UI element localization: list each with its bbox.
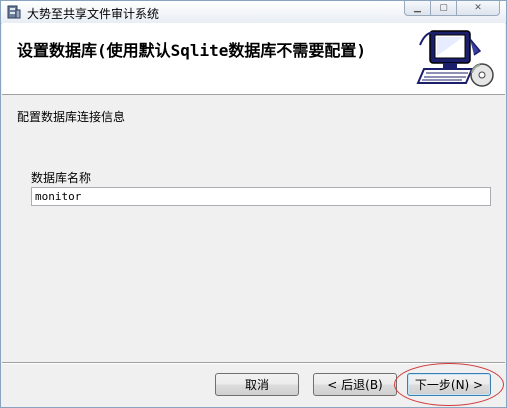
maximize-button[interactable]: ▢ <box>430 1 456 16</box>
db-name-input[interactable] <box>31 187 491 206</box>
title-bar[interactable]: 大势至共享文件审计系统 ▁ ▢ ✕ <box>1 1 506 24</box>
close-icon: ✕ <box>474 3 482 13</box>
cancel-button[interactable]: 取消 <box>215 373 299 396</box>
wizard-header: 设置数据库(使用默认Sqlite数据库不需要配置) <box>2 23 505 95</box>
minimize-icon: ▁ <box>414 3 421 13</box>
window-title: 大势至共享文件审计系统 <box>27 7 160 21</box>
computer-cd-icon <box>416 25 496 91</box>
app-icon <box>6 4 22 20</box>
setup-window: 大势至共享文件审计系统 ▁ ▢ ✕ 设置数据库(使用默认Sqlite数据库不需要… <box>0 0 507 408</box>
highlight-circle <box>394 363 504 406</box>
section-label: 配置数据库连接信息 <box>17 110 126 124</box>
back-button[interactable]: < 后退(B) <box>313 373 397 396</box>
page-title: 设置数据库(使用默认Sqlite数据库不需要配置) <box>17 41 367 60</box>
maximize-icon: ▢ <box>439 3 448 13</box>
db-name-label: 数据库名称 <box>31 171 92 185</box>
caption-buttons: ▁ ▢ ✕ <box>404 1 500 17</box>
close-button[interactable]: ✕ <box>456 1 500 16</box>
minimize-button[interactable]: ▁ <box>404 1 430 16</box>
